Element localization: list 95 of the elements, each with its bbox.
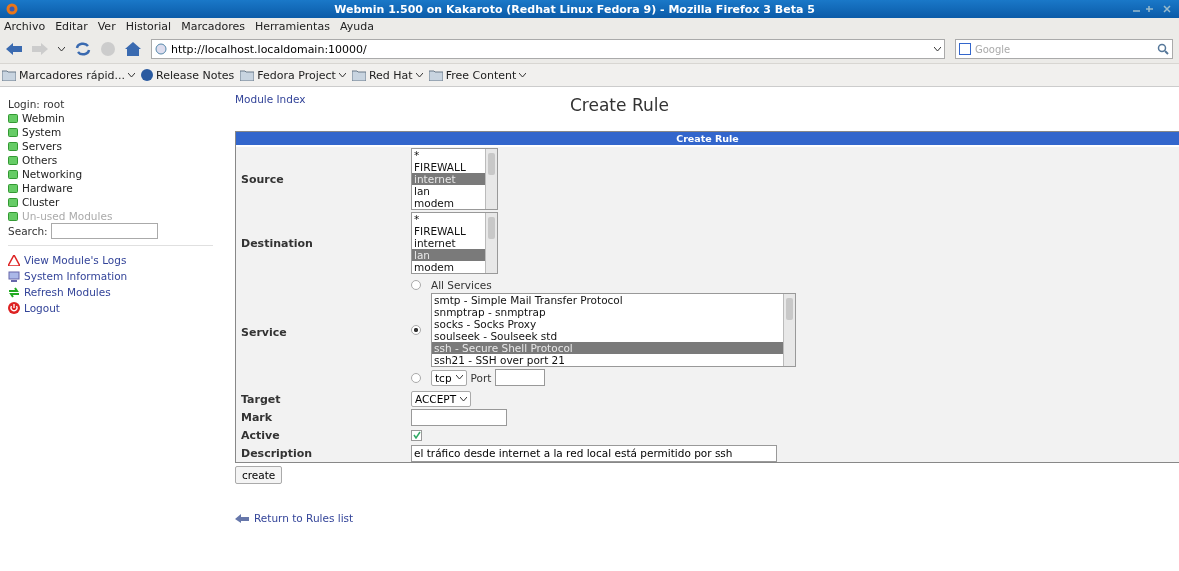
scrollbar[interactable] <box>485 213 497 273</box>
list-option[interactable]: internet <box>412 173 485 185</box>
field-label: Service <box>240 326 288 339</box>
caret-icon <box>455 375 463 380</box>
port-field[interactable] <box>495 369 546 386</box>
category-link[interactable]: Webmin <box>8 111 228 125</box>
bookmark[interactable]: Fedora Project <box>240 68 346 82</box>
globe-icon <box>155 43 167 55</box>
computer-icon <box>8 270 20 282</box>
scrollbar[interactable] <box>485 149 497 209</box>
list-option[interactable]: FIREWALL <box>412 225 485 237</box>
menu-item[interactable]: Ver <box>97 20 116 33</box>
radio-button[interactable] <box>411 280 421 290</box>
field-label: Source <box>240 172 285 186</box>
menu-item[interactable]: Editar <box>55 20 88 33</box>
category-link[interactable]: Networking <box>8 167 228 181</box>
list-option[interactable]: ssh21 - SSH over port 21 <box>432 354 783 366</box>
list-box[interactable]: * FIREWALL internet lan modem <box>411 212 498 274</box>
sidebar-link[interactable]: View Module's Logs <box>8 252 228 268</box>
list-option[interactable]: modem <box>412 261 485 273</box>
category-link[interactable]: Hardware <box>8 181 228 195</box>
list-option[interactable]: FIREWALL <box>412 161 485 173</box>
caret-icon <box>58 46 65 52</box>
field-label: Mark <box>240 410 274 424</box>
sidebar-link[interactable]: Refresh Modules <box>8 284 228 300</box>
list-box[interactable]: * FIREWALL internet lan modem <box>411 148 498 210</box>
sidebar-link[interactable]: Logout <box>8 300 228 316</box>
form-header: Create Rule <box>236 132 1179 147</box>
port-label: Port <box>470 371 492 384</box>
field-label: Description <box>240 446 314 460</box>
window-controls-icon[interactable] <box>1131 5 1173 13</box>
text-field[interactable]: el tráfico desde internet a la red local está permitido por ssh <box>411 444 777 462</box>
bookmark[interactable]: Free Content <box>428 68 527 82</box>
browser-icon <box>6 3 18 15</box>
caret-icon <box>460 396 468 402</box>
text-field[interactable] <box>411 408 507 426</box>
radio-button[interactable] <box>411 325 421 335</box>
category-link[interactable]: System <box>8 125 228 139</box>
reload-icon[interactable] <box>75 42 91 56</box>
address-bar[interactable]: http://localhost.localdomain:10000/ <box>151 39 945 59</box>
menu-item[interactable]: Marcadores <box>181 20 245 33</box>
return-link[interactable]: Return to Rules list <box>235 512 1179 524</box>
category-link[interactable]: Cluster <box>8 195 228 209</box>
home-icon[interactable] <box>125 42 141 56</box>
list-option[interactable]: lan <box>412 249 485 261</box>
list-option[interactable]: smtp - Simple Mail Transfer Protocol <box>432 294 783 306</box>
caret-icon <box>338 72 346 78</box>
field-label: Target <box>240 392 282 406</box>
module-index-link[interactable]: Module Index <box>235 93 570 105</box>
back-icon[interactable] <box>6 43 22 55</box>
bookmark[interactable]: Marcadores rápid... <box>2 68 136 82</box>
list-option[interactable]: * <box>412 149 485 161</box>
search-icon[interactable] <box>1157 43 1169 55</box>
power-icon <box>8 302 20 314</box>
sidebar-link[interactable]: System Information <box>8 268 228 284</box>
checkbox[interactable] <box>411 429 422 441</box>
protocol-select[interactable]: tcp <box>431 369 467 386</box>
caret-icon <box>415 72 423 78</box>
menu-item[interactable]: Historial <box>125 20 172 33</box>
list-option[interactable]: snmptrap - snmptrap <box>432 306 783 318</box>
list-option[interactable]: * <box>412 213 485 225</box>
radio-label: All Services <box>431 279 492 291</box>
list-option[interactable]: lan <box>412 185 485 197</box>
bookmark[interactable]: Red Hat <box>351 68 423 82</box>
caret-icon <box>128 72 136 78</box>
menu-item[interactable]: Herramientas <box>254 20 330 33</box>
field-label: Active <box>240 428 281 442</box>
back-arrow-icon <box>235 513 249 523</box>
caret-icon <box>519 72 527 78</box>
search-engine-icon <box>959 43 971 55</box>
refresh-icon <box>8 286 20 298</box>
search-field[interactable] <box>50 223 158 239</box>
list-option[interactable]: ssh - Secure Shell Protocol <box>432 342 783 354</box>
service-list[interactable]: smtp - Simple Mail Transfer Protocol snmptrap - snmptrap socks - Socks Proxy soulseek - Soulseek std ssh - Secure Shell Protocol ssh21 - SSH over port 21 <box>431 293 796 367</box>
category-link[interactable]: Servers <box>8 139 228 153</box>
menu-item[interactable]: Ayuda <box>339 20 374 33</box>
page-title: Create Rule <box>570 95 669 115</box>
list-option[interactable]: socks - Socks Proxy <box>432 318 783 330</box>
scrollbar[interactable] <box>783 294 795 366</box>
category-link[interactable]: Others <box>8 153 228 167</box>
warning-icon <box>8 254 20 266</box>
create-button[interactable]: create <box>235 466 283 484</box>
bookmark[interactable]: Release Notes <box>141 68 235 82</box>
login-text: Login: root <box>8 97 66 111</box>
window-title: Webmin 1.500 on Kakaroto (Redhat Linux Fedora 9) - Mozilla Firefox 3 Beta 5 <box>333 2 816 16</box>
menu-item[interactable]: Archivo <box>4 20 46 33</box>
target-select[interactable]: ACCEPT <box>411 391 472 407</box>
radio-button[interactable] <box>411 372 421 383</box>
feed-icon <box>141 69 154 81</box>
field-label: Destination <box>240 236 314 250</box>
list-option[interactable]: modem <box>412 197 485 209</box>
list-option[interactable]: soulseek - Soulseek std <box>432 330 783 342</box>
search-label: Search: <box>8 224 48 238</box>
list-option[interactable]: internet <box>412 237 485 249</box>
caret-icon <box>934 46 941 52</box>
